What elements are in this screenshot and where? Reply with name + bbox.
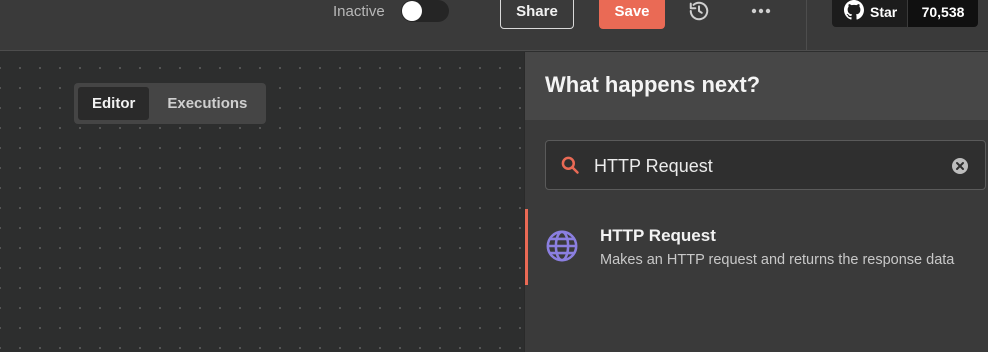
workflow-canvas[interactable]: Editor Executions — [0, 52, 525, 352]
clear-icon[interactable] — [951, 157, 969, 180]
github-icon — [844, 0, 864, 23]
tab-editor[interactable]: Editor — [78, 87, 150, 120]
github-star-count[interactable]: 70,538 — [908, 0, 978, 27]
panel-header: What happens next? — [525, 52, 988, 120]
active-toggle-label: Inactive — [333, 3, 385, 20]
node-result-item[interactable]: HTTP Request Makes an HTTP request and r… — [525, 209, 988, 285]
search-icon — [560, 155, 580, 180]
result-title: HTTP Request — [600, 226, 716, 245]
search-input[interactable] — [594, 151, 934, 181]
github-star-button[interactable]: Star — [832, 0, 908, 27]
history-icon[interactable] — [687, 0, 711, 22]
globe-icon — [545, 229, 579, 268]
active-toggle[interactable] — [401, 0, 449, 22]
result-description: Makes an HTTP request and returns the re… — [600, 252, 955, 268]
tab-executions[interactable]: Executions — [153, 87, 261, 120]
node-creator-panel: What happens next? HTTP Request Makes an — [524, 52, 988, 352]
save-button[interactable]: Save — [599, 0, 665, 29]
top-bar: Inactive Share Save Star 70,538 — [0, 0, 988, 51]
share-button[interactable]: Share — [500, 0, 574, 29]
toggle-knob — [402, 1, 422, 21]
view-tabs: Editor Executions — [74, 83, 266, 124]
github-star-label: Star — [870, 3, 898, 20]
node-search-box[interactable] — [545, 140, 986, 190]
more-horizontal-icon[interactable] — [749, 0, 773, 22]
header-divider — [806, 0, 807, 51]
panel-title: What happens next? — [545, 72, 761, 97]
